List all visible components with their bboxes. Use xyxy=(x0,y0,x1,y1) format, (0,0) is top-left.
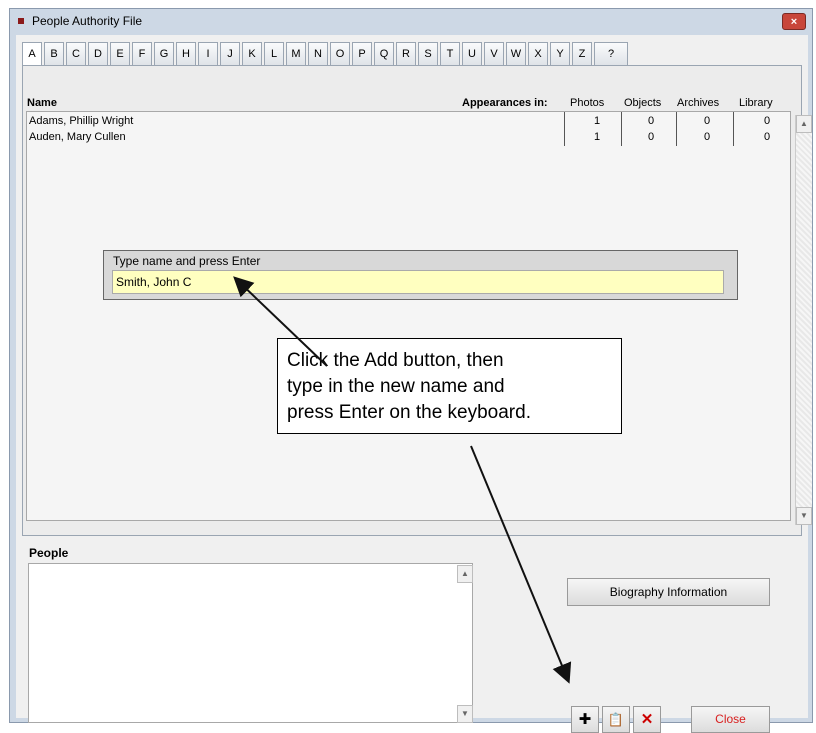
arrow-to-input xyxy=(233,276,328,367)
callout-arrows xyxy=(233,276,572,684)
arrow-to-add-button xyxy=(470,445,572,684)
